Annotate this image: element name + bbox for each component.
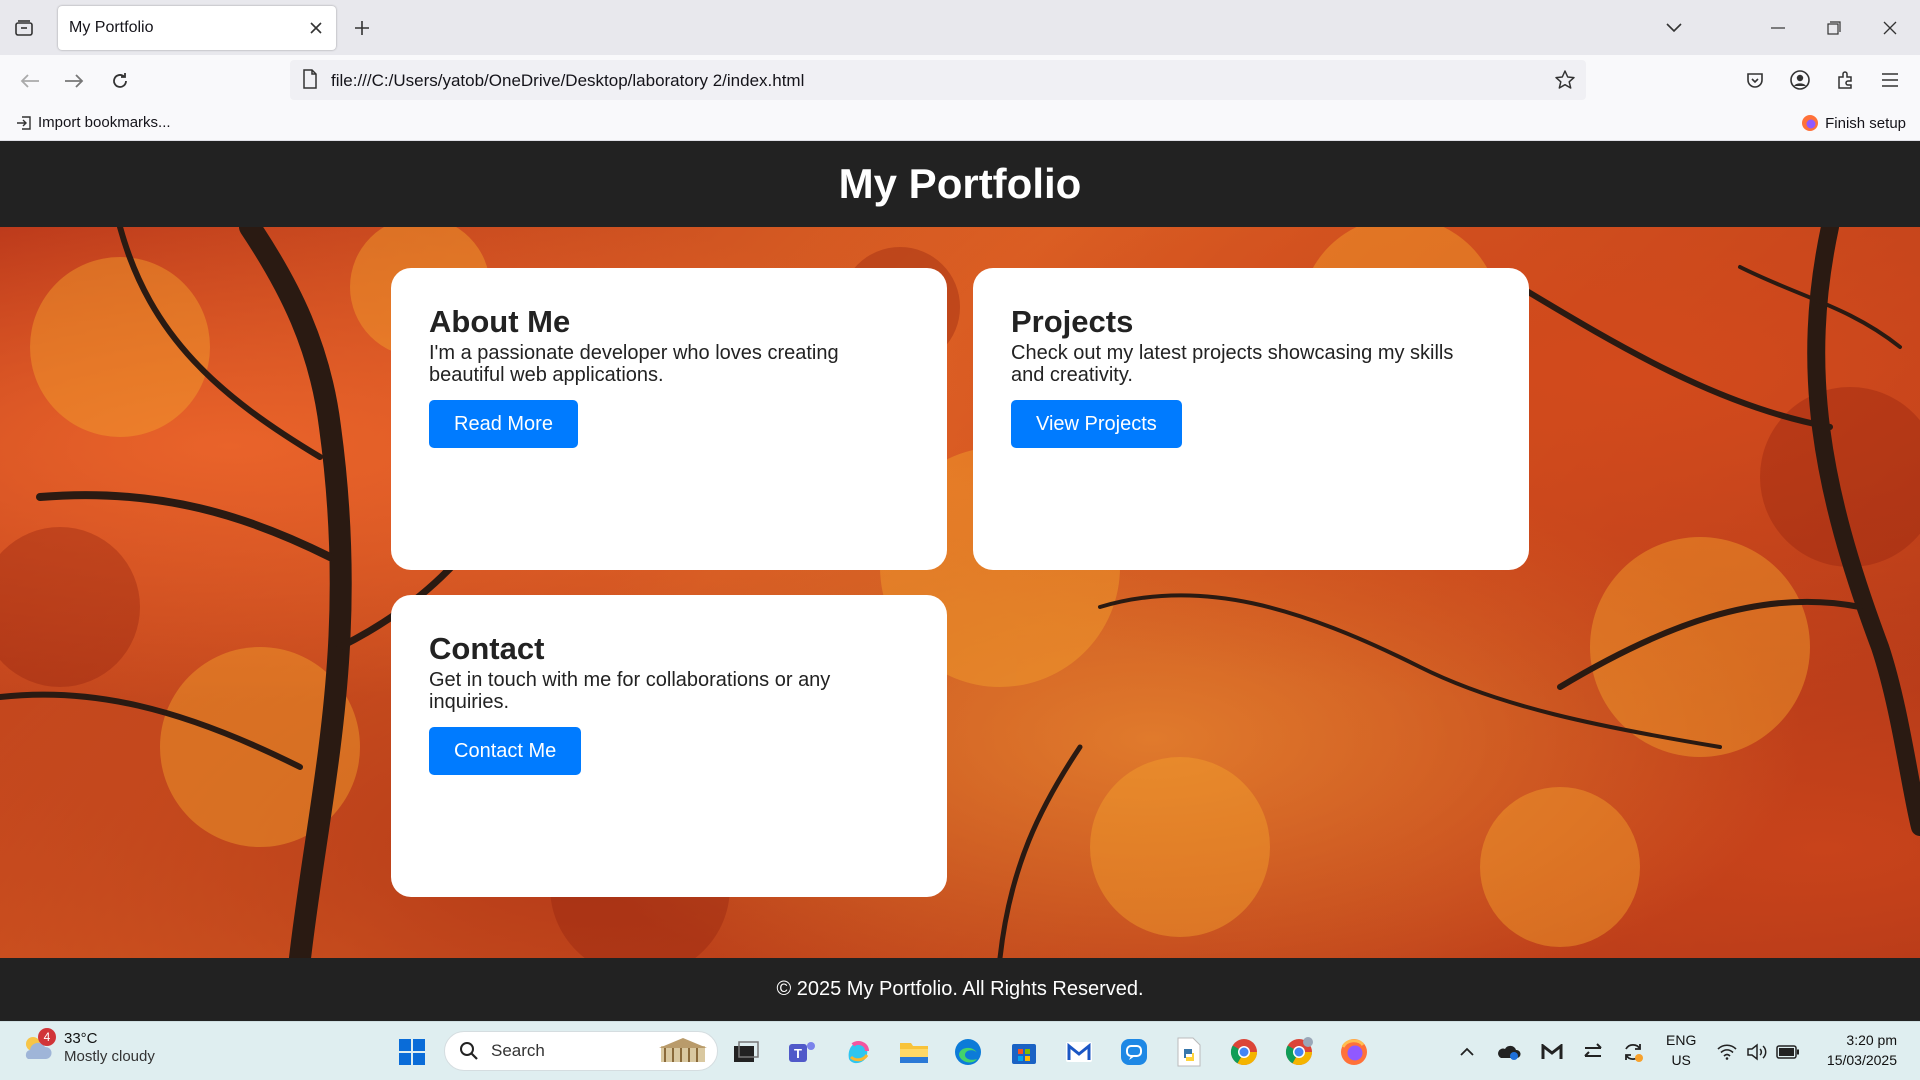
tab-list-icon[interactable] xyxy=(10,14,38,42)
autumn-forest-background: About Me I'm a passionate developer who … xyxy=(0,227,1920,958)
clock-time: 3:20 pm xyxy=(1846,1032,1897,1048)
search-label: Search xyxy=(491,1041,545,1060)
system-clock[interactable]: 3:20 pm 15/03/2025 xyxy=(1827,1030,1897,1070)
minimize-icon[interactable] xyxy=(1764,14,1792,42)
firefox-icon[interactable] xyxy=(1336,1034,1372,1070)
search-icon xyxy=(460,1042,478,1060)
account-icon[interactable] xyxy=(1785,65,1815,95)
copilot-icon[interactable] xyxy=(840,1034,876,1070)
windows-taskbar: 4 33°C Mostly cloudy Search T ENG US 3:2… xyxy=(0,1021,1920,1080)
temperature: 33°C xyxy=(64,1030,98,1047)
sync-icon[interactable] xyxy=(1620,1034,1646,1070)
about-me-card: About Me I'm a passionate developer who … xyxy=(391,268,947,570)
url-bar[interactable]: file:///C:/Users/yatob/OneDrive/Desktop/… xyxy=(290,60,1586,100)
card-text: I'm a passionate developer who loves cre… xyxy=(429,342,839,386)
card-text: Get in touch with me for collaborations … xyxy=(429,669,831,713)
web-page: My Portfolio About Me I'm a passionate d… xyxy=(0,141,1920,1021)
language-code: ENG xyxy=(1666,1032,1697,1048)
contact-card: Contact Get in touch with me for collabo… xyxy=(391,595,947,897)
keyboard-layout: US xyxy=(1671,1052,1691,1068)
site-header: My Portfolio xyxy=(0,141,1920,227)
contact-me-button[interactable]: Contact Me xyxy=(429,727,582,775)
teams-icon[interactable]: T xyxy=(784,1034,820,1070)
bookmark-star-icon[interactable] xyxy=(1554,69,1576,96)
bookmarks-bar: Import bookmarks... Finish setup xyxy=(0,106,1920,141)
tab-my-portfolio[interactable]: My Portfolio xyxy=(58,6,336,50)
projects-card: Projects Check out my latest projects sh… xyxy=(973,268,1529,570)
import-icon xyxy=(17,115,31,130)
clock-date: 15/03/2025 xyxy=(1826,1052,1897,1068)
weather-description: Mostly cloudy xyxy=(64,1048,155,1065)
weather-alert-badge: 4 xyxy=(38,1028,56,1046)
python-file-icon[interactable] xyxy=(1171,1034,1207,1070)
weather-widget[interactable]: 4 33°C Mostly cloudy xyxy=(20,1028,155,1066)
microsoft-store-icon[interactable] xyxy=(1006,1034,1042,1070)
menu-icon[interactable] xyxy=(1875,65,1905,95)
back-icon[interactable] xyxy=(16,67,44,95)
finish-setup-link[interactable]: Finish setup xyxy=(1801,114,1906,132)
show-hidden-icons-chevron-icon[interactable] xyxy=(1456,1034,1478,1070)
url-text: file:///C:/Users/yatob/OneDrive/Desktop/… xyxy=(331,71,805,90)
browser-tab-bar: My Portfolio xyxy=(0,0,1920,55)
taskbar-search[interactable]: Search xyxy=(444,1031,718,1071)
cloudy-weather-icon: 4 xyxy=(20,1028,56,1065)
view-projects-button[interactable]: View Projects xyxy=(1011,400,1182,448)
footer-copyright: © 2025 My Portfolio. All Rights Reserved… xyxy=(776,978,1144,1000)
extensions-icon[interactable] xyxy=(1830,65,1860,95)
svg-text:T: T xyxy=(794,1046,802,1061)
pocket-icon[interactable] xyxy=(1740,65,1770,95)
chrome-profile-icon[interactable] xyxy=(1281,1034,1317,1070)
tree-branches-illustration xyxy=(0,227,1920,958)
card-title: About Me xyxy=(429,304,571,339)
read-more-button[interactable]: Read More xyxy=(429,400,578,448)
card-title: Contact xyxy=(429,631,545,666)
network-transfer-icon[interactable] xyxy=(1580,1034,1606,1070)
task-view-icon[interactable] xyxy=(728,1034,764,1070)
file-explorer-icon[interactable] xyxy=(896,1034,932,1070)
input-language-indicator[interactable]: ENG US xyxy=(1666,1030,1696,1070)
volume-icon[interactable] xyxy=(1744,1034,1770,1070)
gmail-icon[interactable] xyxy=(1061,1034,1097,1070)
battery-icon[interactable] xyxy=(1774,1034,1802,1070)
chat-app-icon[interactable] xyxy=(1116,1034,1152,1070)
browser-nav-bar: file:///C:/Users/yatob/OneDrive/Desktop/… xyxy=(0,55,1920,106)
search-highlight-icon xyxy=(659,1038,707,1062)
list-all-tabs-icon[interactable] xyxy=(1660,14,1688,42)
restore-icon[interactable] xyxy=(1820,14,1848,42)
site-footer: © 2025 My Portfolio. All Rights Reserved… xyxy=(0,958,1920,1021)
page-file-icon xyxy=(302,69,318,94)
card-text: Check out my latest projects showcasing … xyxy=(1011,342,1454,386)
tab-title: My Portfolio xyxy=(69,19,154,36)
finish-setup-label: Finish setup xyxy=(1825,114,1906,132)
close-window-icon[interactable] xyxy=(1876,14,1904,42)
gmail-tray-icon[interactable] xyxy=(1539,1034,1565,1070)
firefox-logo-icon xyxy=(1802,115,1819,131)
forward-icon[interactable] xyxy=(60,67,88,95)
site-title: My Portfolio xyxy=(838,160,1082,207)
new-tab-icon[interactable] xyxy=(348,14,376,42)
onedrive-icon[interactable] xyxy=(1496,1034,1522,1070)
edge-icon[interactable] xyxy=(950,1034,986,1070)
close-tab-icon[interactable] xyxy=(304,16,328,40)
chrome-icon[interactable] xyxy=(1226,1034,1262,1070)
card-title: Projects xyxy=(1011,304,1134,339)
windows-start-icon[interactable] xyxy=(394,1034,430,1070)
import-bookmarks-link[interactable]: Import bookmarks... xyxy=(16,114,171,131)
wifi-icon[interactable] xyxy=(1714,1034,1740,1070)
reload-icon[interactable] xyxy=(106,67,134,95)
import-bookmarks-label: Import bookmarks... xyxy=(38,114,171,131)
